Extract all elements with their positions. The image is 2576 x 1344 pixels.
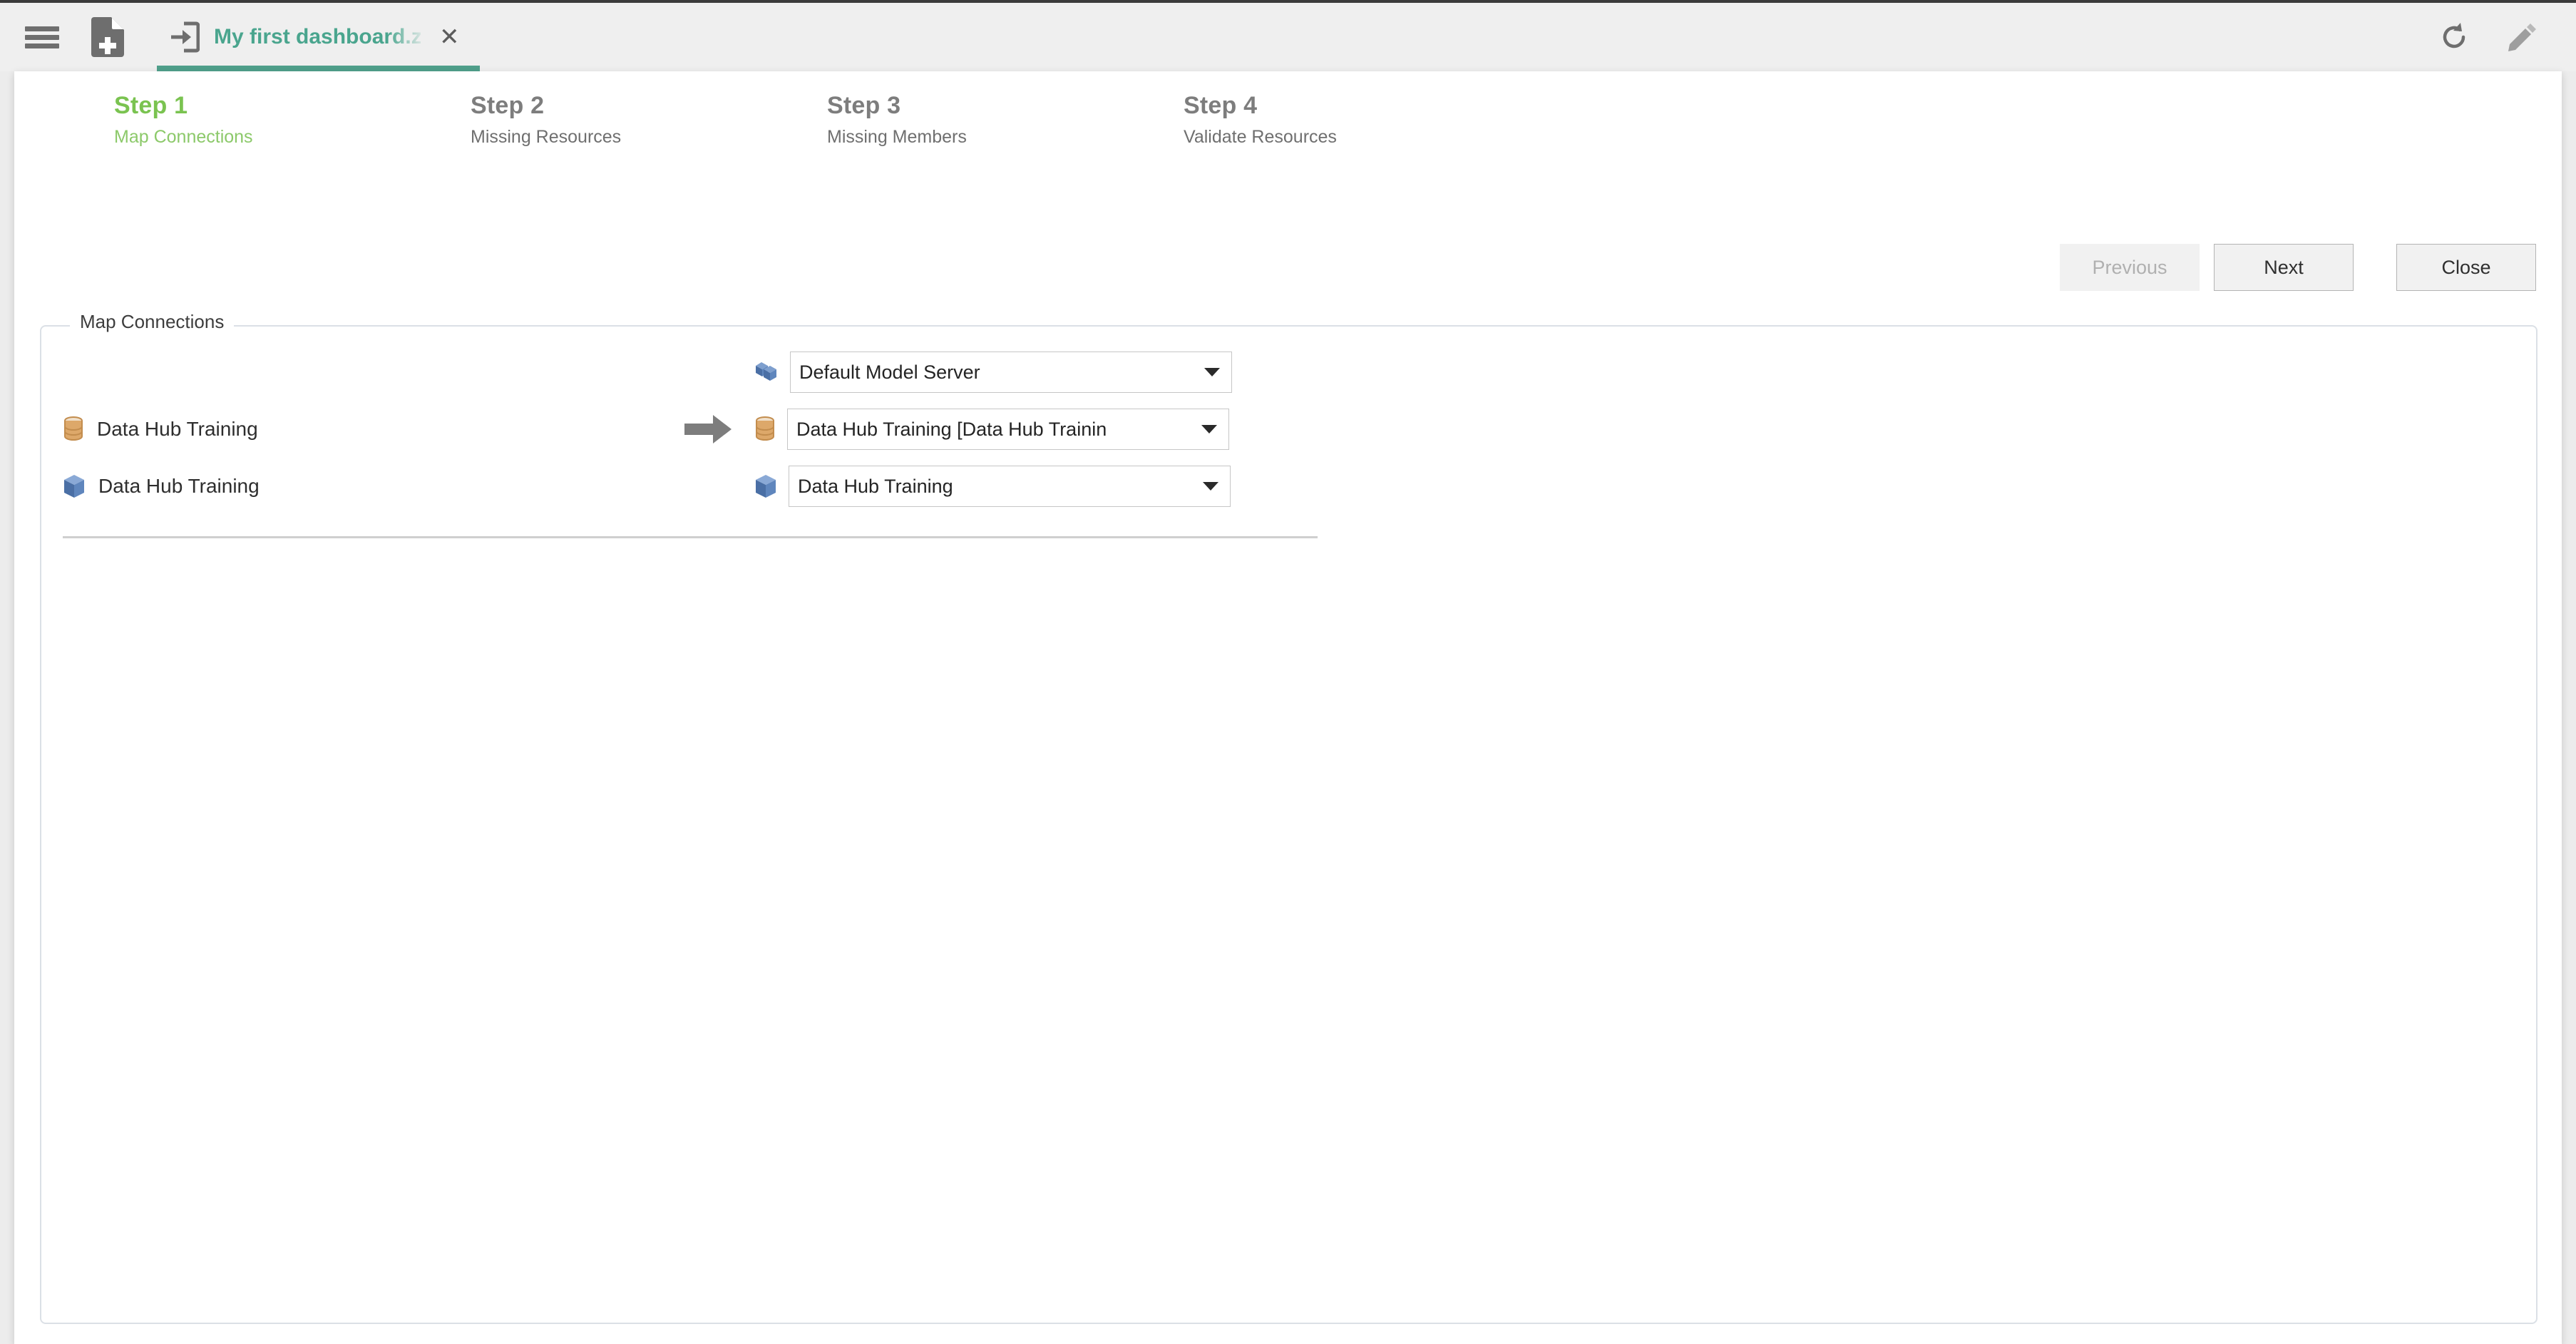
- step-description: Validate Resources: [1184, 127, 1337, 148]
- cube-icon: [64, 475, 84, 498]
- step-number: Step 2: [471, 92, 545, 119]
- wizard-step-2[interactable]: Step 2 Missing Resources: [471, 91, 827, 148]
- database-cylinder-icon: [756, 416, 774, 441]
- dropdown-value: Default Model Server: [799, 361, 980, 383]
- wizard-navigation: Previous Next Close: [2060, 244, 2536, 291]
- target-cell: Data Hub Training [Data Hub Trainin: [754, 409, 1229, 450]
- right-arrow-icon: [684, 415, 732, 443]
- groupbox-legend: Map Connections: [70, 312, 235, 331]
- refresh-button[interactable]: [2429, 12, 2479, 62]
- import-arrow-icon: [171, 21, 200, 53]
- connection-mapping-list: Default Model Server Data Hub Training D…: [63, 344, 1339, 538]
- cube-dropdown[interactable]: Data Hub Training: [789, 466, 1231, 507]
- dropdown-value: Data Hub Training [Data Hub Trainin: [796, 418, 1107, 440]
- map-connections-groupbox: Map Connections Default Model Server Dat…: [40, 312, 2537, 1324]
- refresh-icon: [2443, 23, 2465, 48]
- source-cell: Data Hub Training: [63, 473, 662, 499]
- mapping-row: Data Hub Training Data Hub Training: [63, 458, 1339, 515]
- source-label: Data Hub Training: [98, 475, 260, 497]
- edit-button[interactable]: [2498, 12, 2547, 62]
- hamburger-menu-icon: [25, 23, 59, 52]
- top-toolbar: My first dashboard.za ✕: [0, 0, 2576, 71]
- mapping-row: Data Hub Training Data Hub Training [Dat…: [63, 401, 1339, 458]
- new-document-icon: [91, 17, 124, 57]
- document-tab[interactable]: My first dashboard.za ✕: [157, 3, 480, 71]
- pencil-edit-icon: [2508, 24, 2536, 51]
- step-number: Step 3: [827, 92, 901, 119]
- close-button[interactable]: Close: [2396, 244, 2536, 291]
- wizard-step-3[interactable]: Step 3 Missing Members: [827, 91, 1184, 148]
- tab-title: My first dashboard.za: [214, 25, 421, 48]
- database-cylinder-icon: [64, 416, 83, 441]
- wizard-steps: Step 1 Map Connections Step 2 Missing Re…: [114, 91, 1540, 148]
- step-description: Missing Resources: [471, 127, 622, 148]
- step-number: Step 4: [1184, 92, 1258, 119]
- tab-close-button[interactable]: ✕: [435, 22, 464, 52]
- chevron-down-icon: [1201, 425, 1217, 434]
- next-button[interactable]: Next: [2214, 244, 2354, 291]
- previous-button[interactable]: Previous: [2060, 244, 2200, 291]
- arrow-cell: [662, 414, 754, 445]
- content-panel: Step 1 Map Connections Step 2 Missing Re…: [14, 71, 2562, 1344]
- wizard-step-4[interactable]: Step 4 Validate Resources: [1184, 91, 1540, 148]
- target-cell: Default Model Server: [754, 352, 1232, 393]
- new-document-button[interactable]: [83, 12, 133, 62]
- step-description: Map Connections: [114, 127, 253, 148]
- step-number: Step 1: [114, 92, 188, 119]
- model-server-dropdown[interactable]: Default Model Server: [790, 352, 1232, 393]
- source-cell: Data Hub Training: [63, 416, 662, 442]
- target-cell: Data Hub Training: [754, 466, 1231, 507]
- hamburger-menu-button[interactable]: [17, 12, 67, 62]
- toolbar-right-actions: [2429, 12, 2547, 62]
- wizard-step-1[interactable]: Step 1 Map Connections: [114, 91, 471, 148]
- model-server-cubes-icon: [756, 362, 776, 381]
- database-connection-dropdown[interactable]: Data Hub Training [Data Hub Trainin: [787, 409, 1229, 450]
- cube-icon: [756, 475, 776, 498]
- dropdown-value: Data Hub Training: [798, 475, 953, 497]
- mapping-row: Default Model Server: [63, 344, 1339, 401]
- chevron-down-icon: [1203, 482, 1218, 491]
- step-description: Missing Members: [827, 127, 967, 148]
- source-label: Data Hub Training: [97, 418, 258, 440]
- mapping-separator: [63, 536, 1318, 538]
- chevron-down-icon: [1204, 368, 1220, 376]
